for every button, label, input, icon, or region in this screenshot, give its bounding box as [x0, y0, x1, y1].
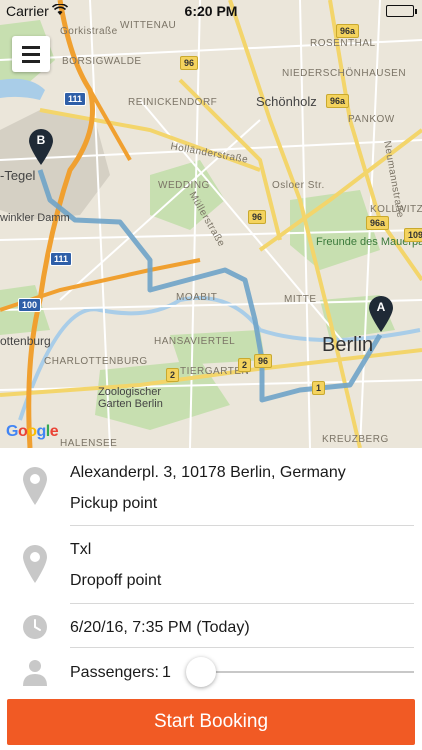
- road-shield-96a: 96a: [336, 24, 360, 38]
- map-label-schonholz: Schönholz: [256, 94, 317, 109]
- divider: [70, 525, 414, 526]
- dropoff-location-pin-icon: [22, 544, 48, 589]
- pickup-label: Pickup point: [70, 495, 158, 512]
- start-booking-button[interactable]: Start Booking: [7, 699, 415, 745]
- passengers-slider-track[interactable]: [190, 671, 414, 673]
- pickup-marker-a[interactable]: A: [368, 295, 394, 333]
- map-label-ottenburg: ottenburg: [0, 334, 51, 348]
- google-logo: Google: [6, 423, 59, 440]
- road-shield-109: 109: [404, 228, 422, 242]
- passengers-slider-knob[interactable]: [186, 657, 216, 687]
- map-label-gorkistrasse: Gorkistraße: [60, 26, 118, 37]
- map-view[interactable]: Gorkistraße WITTENAU NIEDERSCHÖNHAUSEN R…: [0, 0, 422, 448]
- map-label-hansaviertel: HANSAVIERTEL: [154, 336, 236, 347]
- dropoff-address: Txl: [70, 541, 92, 558]
- road-shield-96a-mid: 96a: [326, 94, 350, 108]
- road-shield-96-mid: 96: [248, 210, 267, 224]
- map-label-reinickendorf: REINICKENDORF: [128, 97, 218, 108]
- clock-icon: [22, 614, 48, 645]
- map-label-berlin: Berlin: [322, 334, 374, 356]
- road-shield-96: 96: [180, 56, 199, 70]
- road-shield-2b: 2: [238, 358, 252, 372]
- map-label-kollwitzkiez: KOLLWITZKIEZ: [370, 204, 422, 215]
- battery-icon: [386, 5, 417, 17]
- map-label-tegel: -Tegel: [0, 168, 36, 183]
- map-label-kreuzberg: KREUZBERG: [322, 434, 389, 445]
- marker-b-label: B: [36, 133, 46, 147]
- map-label-freunde: Freunde des Mauerparks eV: [316, 236, 422, 248]
- passengers-count: 1: [162, 664, 171, 681]
- road-shield-96-low: 96: [254, 354, 273, 368]
- pickup-datetime: 6/20/16, 7:35 PM (Today): [70, 619, 250, 636]
- road-shield-96a-right: 96a: [366, 216, 390, 230]
- map-label-borsigwalde: BORSIGWALDE: [62, 56, 142, 67]
- map-label-niederschonhausen: NIEDERSCHÖNHAUSEN: [282, 68, 407, 79]
- passengers-label: Passengers:: [70, 664, 159, 681]
- map-label-zoo: Zoologischer Garten Berlin: [98, 386, 163, 410]
- map-label-winkler: winkler Damm: [0, 212, 70, 224]
- booking-panel: Alexanderpl. 3, 10178 Berlin, Germany Pi…: [0, 448, 422, 750]
- person-icon: [22, 658, 48, 691]
- pickup-address: Alexanderpl. 3, 10178 Berlin, Germany: [70, 464, 346, 481]
- road-shield-2: 2: [166, 368, 180, 382]
- pickup-location-pin-icon: [22, 466, 48, 511]
- map-label-moabit: MOABIT: [176, 292, 218, 303]
- map-label-halensee: HALENSEE: [60, 438, 118, 448]
- map-label-pankow: PANKOW: [348, 114, 395, 125]
- hamburger-icon: [22, 46, 40, 49]
- map-label-rosenthal: ROSENTHAL: [310, 38, 376, 49]
- map-label-mitte: MITTE: [284, 294, 317, 305]
- status-bar: Carrier 6:20 PM: [0, 0, 422, 22]
- divider: [70, 647, 414, 648]
- map-label-wedding: WEDDING: [158, 180, 210, 191]
- divider: [70, 603, 414, 604]
- dropoff-label: Dropoff point: [70, 572, 162, 589]
- marker-a-label: A: [376, 300, 386, 314]
- road-shield-111-low: 111: [50, 252, 73, 266]
- map-label-charlottenburg: CHARLOTTENBURG: [44, 356, 148, 367]
- map-label-osloer: Osloer Str.: [272, 180, 325, 191]
- road-shield-1: 1: [312, 381, 326, 395]
- road-shield-100: 100: [18, 298, 42, 312]
- road-shield-111: 111: [64, 92, 87, 106]
- destination-marker-b[interactable]: B: [28, 128, 54, 166]
- menu-button[interactable]: [12, 36, 50, 72]
- clock-time: 6:20 PM: [184, 3, 238, 19]
